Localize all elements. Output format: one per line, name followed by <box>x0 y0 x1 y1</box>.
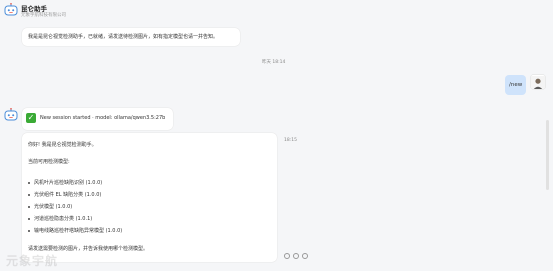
session-status-text: New session started · model: ollama/qwen… <box>40 115 166 121</box>
timestamp: 18:15 <box>284 138 297 143</box>
model-list-item: 风机叶片巡检缺陷识别 (1.0.0) <box>28 179 102 186</box>
reply-models-heading: 当前可用检测模型: <box>28 159 70 165</box>
robot-icon <box>4 108 18 121</box>
copy-icon[interactable] <box>284 253 290 259</box>
model-list-item: 输电线路巡检杆塔缺陷异常模型 (1.0.0) <box>28 227 122 234</box>
timestamp: 昨天 18:14 <box>262 60 286 65</box>
more-icon[interactable] <box>302 253 308 259</box>
user-message-text: /new <box>509 82 523 88</box>
reply-closing: 请发送需要检测的图片，并告诉我使用哪个检测模型。 <box>28 246 149 252</box>
chat-subtitle: 元象宇航科技有限公司 <box>21 13 66 18</box>
session-status-bubble: ✓ New session started · model: ollama/qw… <box>22 108 173 130</box>
model-list-item: 光伏组件 EL 缺陷分类 (1.0.0) <box>28 191 101 198</box>
user-photo-icon <box>531 76 545 89</box>
user-message-bubble: /new <box>505 75 526 95</box>
model-list-item: 河道巡检隐患分类 (1.0.1) <box>28 215 92 222</box>
scrollbar[interactable] <box>546 120 549 190</box>
bot-greeting-text: 我是是昆仑视觉检测助手，已就绪，请发送待检测图片，如有指定模型也请一并告知。 <box>28 34 219 40</box>
refresh-icon[interactable] <box>293 253 299 259</box>
model-list-item: 光伏模型 (1.0.0) <box>28 203 72 210</box>
bot-reply-bubble: 你好! 我是昆仑视觉检测助手。 当前可用检测模型: 风机叶片巡检缺陷识别 (1.… <box>22 133 277 262</box>
check-mark-icon: ✓ <box>26 113 36 123</box>
user-avatar[interactable] <box>531 75 545 89</box>
bot-greeting-bubble: 我是是昆仑视觉检测助手，已就绪，请发送待检测图片，如有指定模型也请一并告知。 <box>22 28 240 46</box>
reply-hello: 你好! 我是昆仑视觉检测助手。 <box>28 142 97 148</box>
chat-header: 昆仑助手 元象宇航科技有限公司 <box>0 0 553 26</box>
watermark: 元象宇航 <box>6 254 59 268</box>
robot-icon <box>4 3 18 16</box>
